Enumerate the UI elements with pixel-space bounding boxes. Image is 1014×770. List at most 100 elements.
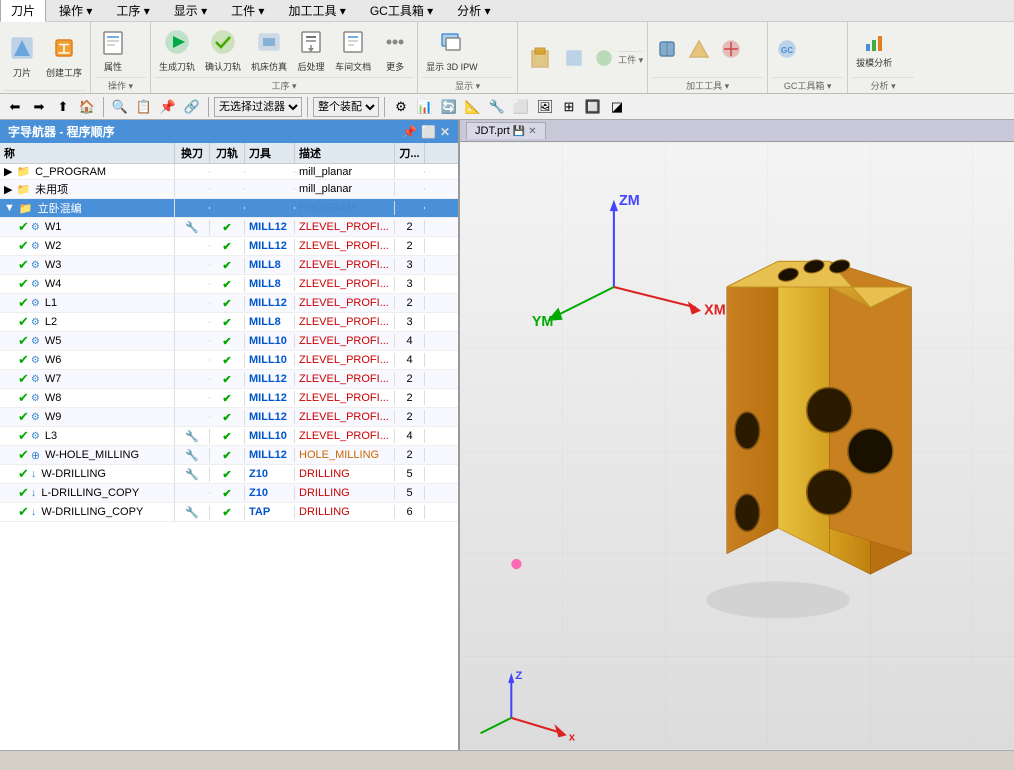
- tool-change-cell: 🔧: [175, 448, 210, 463]
- tool-change-icon: 🔧: [185, 431, 199, 443]
- tb2-extra7[interactable]: 🖼: [534, 96, 556, 118]
- table-row[interactable]: ✔⊕W-HOLE_MILLING🔧✔MILL12HOLE_MILLING2: [0, 446, 458, 465]
- expand-icon[interactable]: ▼: [4, 202, 15, 214]
- nav-up-button[interactable]: ⬆: [52, 96, 74, 118]
- machine-sim-button[interactable]: 机床仿真: [247, 26, 291, 75]
- verify-toolpath-button[interactable]: 确认刀轨: [201, 26, 245, 75]
- table-row[interactable]: ✔⚙L1✔MILL12ZLEVEL_PROFI...2: [0, 294, 458, 313]
- more-button[interactable]: 更多: [377, 26, 413, 75]
- toolbar-row2: ⬅ ➡ ⬆ 🏠 🔍 📋 📌 🔗 无选择过滤器 整个装配 ⚙ 📊 🔄 📐 🔧 ⬜ …: [0, 94, 1014, 120]
- create-op-button[interactable]: 工 创建工序: [42, 32, 86, 81]
- workpiece-btn2[interactable]: [560, 46, 588, 72]
- machine-sim-label: 机床仿真: [251, 60, 287, 73]
- tab-分析[interactable]: 分析 ▾: [446, 0, 501, 21]
- analyze-btn[interactable]: 拔模分析: [852, 30, 896, 71]
- expand-icon[interactable]: ▶: [4, 183, 12, 196]
- tab-操作[interactable]: 操作 ▾: [48, 0, 103, 21]
- table-row[interactable]: ✔⚙W3✔MILL8ZLEVEL_PROFI...3: [0, 256, 458, 275]
- desc-cell: ZLEVEL_PROFI...: [295, 353, 395, 367]
- table-row[interactable]: ✔⚙W6✔MILL10ZLEVEL_PROFI...4: [0, 351, 458, 370]
- machining-tool-btn1[interactable]: [652, 36, 682, 64]
- machining-tool-btn2[interactable]: [684, 36, 714, 64]
- postprocess-label: 后处理: [298, 60, 325, 73]
- table-row[interactable]: ✔⚙W2✔MILL12ZLEVEL_PROFI...2: [0, 237, 458, 256]
- tb2-extra9[interactable]: 🔲: [582, 96, 604, 118]
- table-row[interactable]: ▶📁C_PROGRAMmill_planar: [0, 164, 458, 180]
- type-icon: ⚙: [31, 279, 40, 290]
- tool-change-cell: [175, 416, 210, 418]
- check-icon: ✔: [18, 276, 29, 292]
- tb2-extra6[interactable]: ⬜: [510, 96, 532, 118]
- tool-change-cell: [175, 264, 210, 266]
- desc-cell: ZLEVEL_PROFI...: [295, 334, 395, 348]
- display-group-label: 显示 ▾: [422, 77, 513, 93]
- tool-name: MILL12: [249, 449, 287, 461]
- num-cell: [395, 171, 425, 173]
- table-row[interactable]: ✔⚙W4✔MILL8ZLEVEL_PROFI...3: [0, 275, 458, 294]
- nav-forward-button[interactable]: ➡: [28, 96, 50, 118]
- panel-maximize-icon[interactable]: ⬜: [421, 125, 436, 139]
- tb2-extra1[interactable]: ⚙: [390, 96, 412, 118]
- viewport-close-icon[interactable]: ✕: [528, 126, 536, 137]
- table-row[interactable]: ✔⚙L3🔧✔MILL10ZLEVEL_PROFI...4: [0, 427, 458, 446]
- assembly-select[interactable]: 整个装配: [313, 97, 379, 117]
- tb2-extra5[interactable]: 🔧: [486, 96, 508, 118]
- display-3dipw-button[interactable]: 显示 3D IPW: [422, 26, 482, 75]
- table-row[interactable]: ✔⚙W7✔MILL12ZLEVEL_PROFI...2: [0, 370, 458, 389]
- table-row[interactable]: ✔⚙W1🔧✔MILL12ZLEVEL_PROFI...2: [0, 218, 458, 237]
- gen-toolpath-button[interactable]: 生成刀轨: [155, 26, 199, 75]
- postprocess-button[interactable]: 后处理: [293, 26, 329, 75]
- group-analyze: 拔模分析 分析 ▾: [848, 22, 918, 93]
- table-row[interactable]: ✔↓W-DRILLING🔧✔Z10DRILLING5: [0, 465, 458, 484]
- nav-back-button[interactable]: ⬅: [4, 96, 26, 118]
- table-row[interactable]: ✔⚙L2✔MILL8ZLEVEL_PROFI...3: [0, 313, 458, 332]
- tb2-extra3[interactable]: 🔄: [438, 96, 460, 118]
- tab-工件[interactable]: 工件 ▾: [220, 0, 275, 21]
- tool-path-cell: ✔: [210, 220, 245, 235]
- tool-cell: [245, 188, 295, 190]
- tb2-btn4[interactable]: 🔗: [181, 96, 203, 118]
- workpiece-btn3[interactable]: [590, 46, 618, 72]
- panel-pin-icon[interactable]: 📌: [402, 125, 417, 139]
- expand-icon[interactable]: ▶: [4, 165, 12, 178]
- tab-工序[interactable]: 工序 ▾: [105, 0, 160, 21]
- group-toolpath: 生成刀轨 确认刀轨 机床仿真: [151, 22, 418, 93]
- col-header-name: 称: [0, 143, 175, 163]
- shopfloor-button[interactable]: 车间文档: [331, 26, 375, 75]
- tb2-extra2[interactable]: 📊: [414, 96, 436, 118]
- group-display-icons: 显示 3D IPW: [422, 24, 513, 76]
- machining-tool-btn3[interactable]: [716, 36, 746, 64]
- table-row[interactable]: ▼📁立卧混编PROGRAM: [0, 199, 458, 218]
- search-btn[interactable]: 🔍: [109, 96, 131, 118]
- tab-显示[interactable]: 显示 ▾: [163, 0, 218, 21]
- tb2-extra10[interactable]: ◪: [606, 96, 628, 118]
- tab-GC工具箱[interactable]: GC工具箱 ▾: [359, 0, 444, 21]
- shopfloor-label: 车间文档: [335, 60, 371, 73]
- tab-加工工具[interactable]: 加工工具 ▾: [277, 0, 356, 21]
- workpiece-icon3: [594, 48, 614, 70]
- table-row[interactable]: ✔⚙W9✔MILL12ZLEVEL_PROFI...2: [0, 408, 458, 427]
- property-button[interactable]: 属性: [95, 26, 131, 75]
- tb2-extra4[interactable]: 📐: [462, 96, 484, 118]
- group-property: 属性 操作 ▾: [91, 22, 151, 93]
- nav-home-button[interactable]: 🏠: [76, 96, 98, 118]
- tb2-btn3[interactable]: 📌: [157, 96, 179, 118]
- workpiece-button[interactable]: [522, 41, 558, 77]
- tb2-extra8[interactable]: ⊞: [558, 96, 580, 118]
- desc-text: DRILLING: [299, 468, 350, 480]
- desc-text: PROGRAM: [299, 202, 356, 214]
- table-row[interactable]: ✔⚙W8✔MILL12ZLEVEL_PROFI...2: [0, 389, 458, 408]
- table-row[interactable]: ✔⚙W5✔MILL10ZLEVEL_PROFI...4: [0, 332, 458, 351]
- gc-btn[interactable]: GC: [772, 36, 802, 64]
- viewport-tab[interactable]: JDT.prt 💾 ✕: [466, 122, 546, 139]
- table-row[interactable]: ▶📁未用项mill_planar: [0, 180, 458, 199]
- create-geom-button[interactable]: 刀片: [4, 32, 40, 81]
- tool-change-cell: [175, 245, 210, 247]
- table-row[interactable]: ✔↓L-DRILLING_COPY✔Z10DRILLING5: [0, 484, 458, 503]
- tab-刀片[interactable]: 刀片: [0, 0, 46, 22]
- tb2-btn2[interactable]: 📋: [133, 96, 155, 118]
- panel-close-icon[interactable]: ✕: [440, 125, 450, 139]
- filter-select[interactable]: 无选择过滤器: [214, 97, 302, 117]
- viewport-3d[interactable]: ZM YM XM Z: [460, 142, 1014, 750]
- table-row[interactable]: ✔↓W-DRILLING_COPY🔧✔TAPDRILLING6: [0, 503, 458, 522]
